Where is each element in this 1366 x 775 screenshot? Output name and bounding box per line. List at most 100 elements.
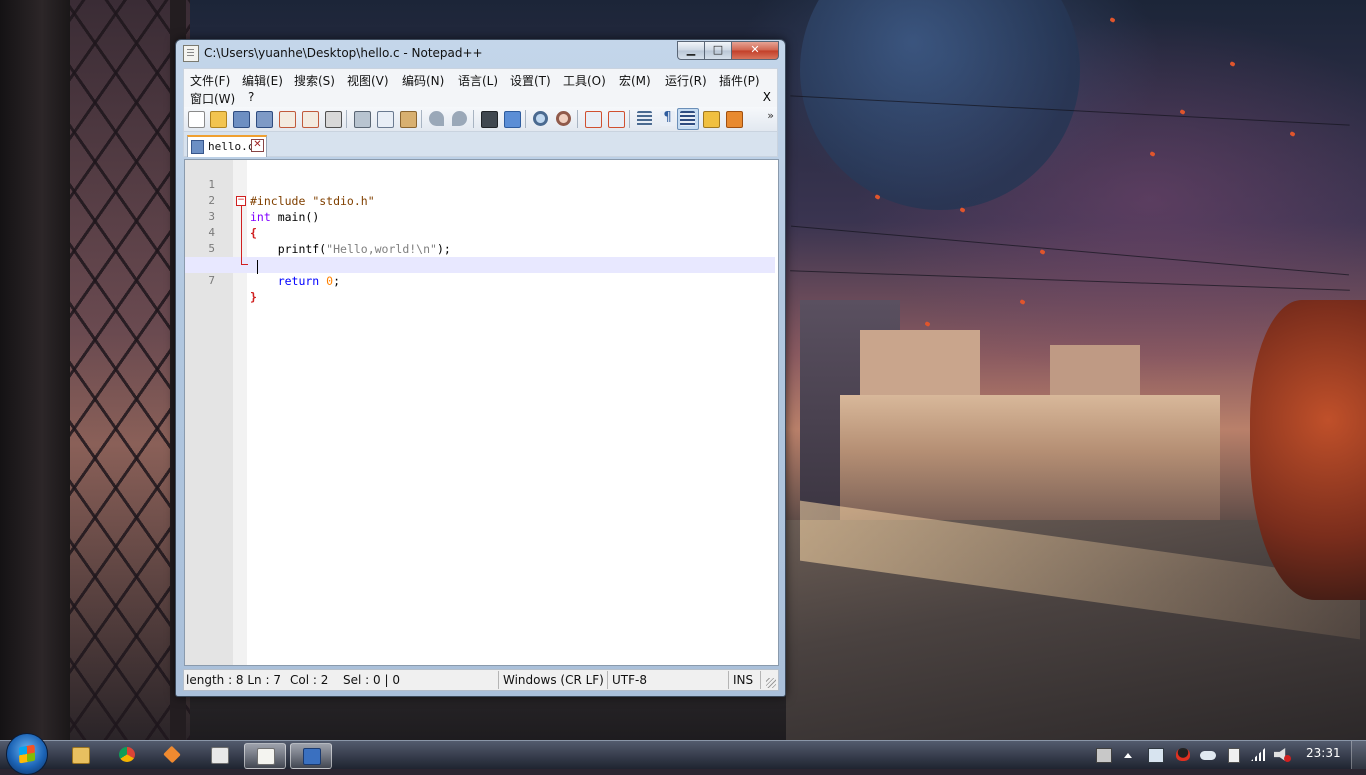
- wallpaper-leaf: [924, 321, 931, 327]
- title-bar[interactable]: C:\Users\yuanhe\Desktop\hello.c - Notepa…: [176, 40, 785, 66]
- notepad-plus-plus-icon[interactable]: [183, 45, 199, 62]
- toolbar-separator: [577, 110, 578, 128]
- wallpaper-wire: [790, 270, 1350, 291]
- toolbar-overflow-icon[interactable]: »: [767, 109, 774, 122]
- menu-window[interactable]: 窗口(W): [190, 90, 235, 107]
- status-bar: length : 8 Ln : 7 Col : 2 Sel : 0 | 0 Wi…: [183, 669, 779, 691]
- tab-bar: hello.c ✕: [183, 132, 778, 157]
- close-document-button[interactable]: X: [763, 90, 771, 104]
- redo-icon[interactable]: [452, 111, 467, 126]
- status-separator: [607, 671, 608, 689]
- taskbar-file-explorer[interactable]: [60, 743, 100, 767]
- sync-vertical-icon[interactable]: [585, 111, 602, 128]
- wallpaper-leaf: [1179, 109, 1186, 115]
- monitor-icon[interactable]: [1148, 748, 1164, 763]
- replace-icon[interactable]: [504, 111, 521, 128]
- zoom-in-icon[interactable]: [533, 111, 548, 126]
- zoom-out-icon[interactable]: [556, 111, 571, 126]
- menu-run[interactable]: 运行(R): [665, 72, 707, 89]
- doc-map-icon[interactable]: [726, 111, 743, 128]
- code-token: return: [250, 274, 327, 288]
- open-file-icon[interactable]: [210, 111, 227, 128]
- save-icon[interactable]: [233, 111, 250, 128]
- menu-encoding[interactable]: 编码(N): [402, 72, 444, 89]
- menu-file[interactable]: 文件(F): [190, 72, 230, 89]
- close-all-icon[interactable]: [302, 111, 319, 128]
- word-wrap-icon[interactable]: [637, 111, 652, 126]
- notepad-plus-plus-icon: [257, 748, 275, 765]
- menu-view[interactable]: 视图(V): [347, 72, 389, 89]
- qq-icon[interactable]: [1176, 748, 1190, 761]
- taskbar-remote-desktop[interactable]: [290, 743, 332, 769]
- save-all-icon[interactable]: [256, 111, 273, 128]
- menu-help[interactable]: ?: [248, 90, 254, 104]
- cut-icon[interactable]: [354, 111, 371, 128]
- notepad-plus-plus-window: C:\Users\yuanhe\Desktop\hello.c - Notepa…: [175, 39, 786, 697]
- signal-icon[interactable]: [1251, 748, 1265, 761]
- find-icon[interactable]: [481, 111, 498, 128]
- menu-edit[interactable]: 编辑(E): [242, 72, 283, 89]
- undo-icon[interactable]: [429, 111, 444, 126]
- show-hidden-icon[interactable]: [1124, 753, 1132, 758]
- wallpaper-building-top: [1050, 345, 1140, 400]
- code-line: 6 return 0;: [185, 241, 775, 288]
- close-button[interactable]: ✕: [731, 41, 779, 60]
- status-insert-mode[interactable]: INS: [733, 673, 753, 687]
- menu-search[interactable]: 搜索(S): [294, 72, 335, 89]
- text-caret: [257, 260, 258, 274]
- print-icon[interactable]: [325, 111, 342, 128]
- new-file-icon[interactable]: [188, 111, 205, 128]
- maximize-button[interactable]: □: [704, 41, 732, 60]
- menu-language[interactable]: 语言(L): [458, 72, 498, 89]
- tab-label: hello.c: [208, 140, 255, 153]
- wallpaper-leaf: [1289, 131, 1296, 137]
- wallpaper-building-top: [860, 330, 980, 400]
- indent-guide-icon[interactable]: [680, 111, 695, 126]
- wallpaper-leaf: [1039, 249, 1046, 255]
- usb-icon[interactable]: [1228, 748, 1240, 763]
- udl-icon[interactable]: [703, 111, 720, 128]
- show-desktop-button[interactable]: [1351, 741, 1366, 769]
- file-explorer-icon: [72, 747, 90, 764]
- menu-bar: 文件(F) 编辑(E) 搜索(S) 视图(V) 编码(N) 语言(L) 设置(T…: [183, 68, 778, 108]
- code-token: ;: [333, 274, 341, 288]
- menu-tools[interactable]: 工具(O): [563, 72, 606, 89]
- taskbar-chrome[interactable]: [107, 743, 147, 767]
- taskbar-notepad-plus-plus[interactable]: [244, 743, 286, 769]
- wallpaper-leaf: [1019, 299, 1026, 305]
- menu-macro[interactable]: 宏(M): [619, 72, 651, 89]
- keyboard-icon[interactable]: [1096, 748, 1112, 763]
- sync-horizontal-icon[interactable]: [608, 111, 625, 128]
- toolbar: ¶ »: [183, 107, 778, 132]
- taskbar-app[interactable]: [152, 743, 192, 767]
- tab-close-button[interactable]: ✕: [251, 139, 264, 152]
- start-button[interactable]: [6, 733, 48, 775]
- status-encoding[interactable]: UTF-8: [612, 673, 647, 687]
- wallpaper-leaf: [1229, 61, 1236, 67]
- clock[interactable]: 23:31: [1306, 746, 1341, 760]
- line-number: 7: [208, 274, 215, 287]
- status-selection: Sel : 0 | 0: [343, 673, 400, 687]
- taskbar: 23:31: [0, 733, 1366, 775]
- close-icon[interactable]: [279, 111, 296, 128]
- chrome-icon: [119, 747, 135, 762]
- minimize-button[interactable]: ▁: [677, 41, 705, 60]
- cloud-icon[interactable]: [1200, 751, 1216, 760]
- taskbar-task[interactable]: [199, 743, 239, 767]
- status-eol-format[interactable]: Windows (CR LF): [503, 673, 604, 687]
- show-all-chars-icon[interactable]: ¶: [660, 111, 675, 126]
- paste-icon[interactable]: [400, 111, 417, 128]
- menu-settings[interactable]: 设置(T): [510, 72, 551, 89]
- code-line: 4 printf("Hello,world!\n");: [185, 209, 775, 256]
- resize-grip-icon[interactable]: [766, 678, 776, 688]
- copy-icon[interactable]: [377, 111, 394, 128]
- code-editor[interactable]: 1 #include "stdio.h" 2 int main() 3 { 4 …: [184, 159, 779, 666]
- toolbar-separator: [629, 110, 630, 128]
- wallpaper-moon: [800, 0, 1080, 210]
- code-line: 2 int main(): [185, 177, 775, 224]
- wallpaper-leaf: [1149, 151, 1156, 157]
- menu-plugins[interactable]: 插件(P): [719, 72, 760, 89]
- fold-toggle-icon[interactable]: −: [236, 196, 246, 206]
- tab-hello-c[interactable]: hello.c ✕: [187, 135, 267, 157]
- toolbar-separator: [473, 110, 474, 128]
